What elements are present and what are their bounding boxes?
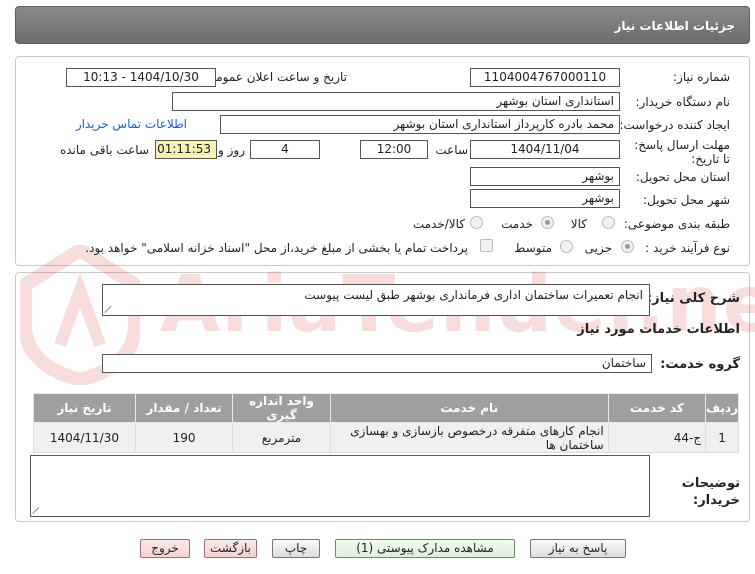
announce-label: تاریخ و ساعت اعلان عمومی: (202, 70, 347, 84)
category-service-label: خدمت (501, 217, 533, 231)
province-field: بوشهر (470, 167, 620, 186)
buyer-notes-label: توضیحات خریدار: (681, 476, 740, 508)
cell-name: انجام کارهای متفرقه درخصوص بازسازی و بهس… (329, 422, 609, 453)
table-row: 1 ج-44 انجام کارهای متفرقه درخصوص بازساز… (33, 422, 739, 453)
summary-textarea[interactable]: انجام تعمیرات ساختمان اداری فرمانداری بو… (102, 284, 650, 316)
page-title: جزئیات اطلاعات نیاز (614, 19, 735, 33)
deadline-label: مهلت ارسال پاسخ: تا تاریخ: (634, 138, 730, 166)
remaining-label: ساعت باقی مانده (59, 143, 149, 157)
city-field: بوشهر (470, 189, 620, 208)
resize-grip-icon[interactable] (33, 506, 41, 514)
province-label: استان محل تحویل: (635, 170, 730, 184)
service-group-field: ساختمان (102, 354, 652, 373)
buyer-notes-textarea[interactable] (30, 455, 650, 517)
deadline-time-label: ساعت (435, 143, 468, 157)
back-button[interactable]: بازگشت (204, 539, 257, 558)
buyer-contact-link[interactable]: اطلاعات تماس خریدار (76, 117, 187, 131)
need-number-label: شماره نیاز: (673, 70, 730, 84)
days-field: 4 (250, 140, 320, 159)
buyer-org-field: استانداری استان بوشهر (172, 92, 620, 111)
category-service-radio[interactable] (541, 216, 554, 229)
col-unit: واحد اندازه گیری (232, 393, 331, 423)
creator-field: محمد بادره کارپرداز استانداری استان بوشه… (220, 115, 620, 134)
resize-grip-icon[interactable] (105, 305, 113, 313)
process-label: نوع فرآیند خرید : (645, 241, 730, 255)
reply-button[interactable]: پاسخ به نیاز (530, 539, 626, 558)
col-date: تاریخ نیاز (33, 393, 136, 423)
category-goods-service-label: کالا/خدمت (412, 217, 465, 231)
deadline-date-field: 1404/11/04 (470, 140, 620, 159)
print-button[interactable]: چاپ (272, 539, 320, 558)
service-group-label: گروه خدمت: (660, 357, 740, 372)
creator-label: ایجاد کننده درخواست: (619, 118, 730, 132)
process-medium-radio[interactable] (560, 240, 573, 253)
city-label: شهر محل تحویل: (643, 193, 730, 207)
services-heading: اطلاعات خدمات مورد نیاز (577, 322, 740, 337)
category-label: طبقه بندی موضوعی: (623, 217, 730, 231)
col-row: ردیف (705, 393, 739, 423)
treasury-checkbox[interactable] (480, 239, 493, 252)
payment-note: پرداخت تمام یا بخشی از مبلغ خرید،از محل … (85, 241, 468, 255)
exit-button[interactable]: خروج (140, 539, 190, 558)
summary-text: انجام تعمیرات ساختمان اداری فرمانداری بو… (304, 288, 643, 302)
category-goods-radio[interactable] (602, 216, 615, 229)
category-goods-service-radio[interactable] (470, 216, 483, 229)
process-medium-label: متوسط (514, 241, 552, 255)
col-name: نام خدمت (329, 393, 609, 423)
remaining-time-field: 01:11:53 (155, 140, 217, 159)
services-table: ردیف کد خدمت نام خدمت واحد اندازه گیری ت… (33, 393, 739, 453)
col-code: کد خدمت (607, 393, 707, 423)
page-header: جزئیات اطلاعات نیاز (15, 6, 750, 44)
days-label: روز و (218, 143, 245, 157)
announce-field: 1404/10/30 - 10:13 (66, 68, 216, 87)
table-header-row: ردیف کد خدمت نام خدمت واحد اندازه گیری ت… (33, 393, 739, 423)
cell-date: 1404/11/30 (33, 422, 136, 453)
summary-label: شرح کلی نیاز: (646, 291, 740, 306)
cell-qty: 190 (134, 422, 234, 453)
attachments-button[interactable]: مشاهده مدارک پیوستی (1) (335, 539, 515, 558)
process-minor-label: جزیی (584, 241, 612, 255)
cell-row: 1 (705, 422, 739, 453)
cell-code: ج-44 (607, 422, 707, 453)
col-qty: تعداد / مقدار (134, 393, 234, 423)
cell-unit: مترمربع (232, 422, 331, 453)
deadline-time-field: 12:00 (360, 140, 428, 159)
buyer-org-label: نام دستگاه خریدار: (635, 95, 731, 109)
category-goods-label: کالا (570, 217, 587, 231)
process-minor-radio[interactable] (621, 240, 634, 253)
need-number-field: 1104004767000110 (470, 68, 620, 87)
